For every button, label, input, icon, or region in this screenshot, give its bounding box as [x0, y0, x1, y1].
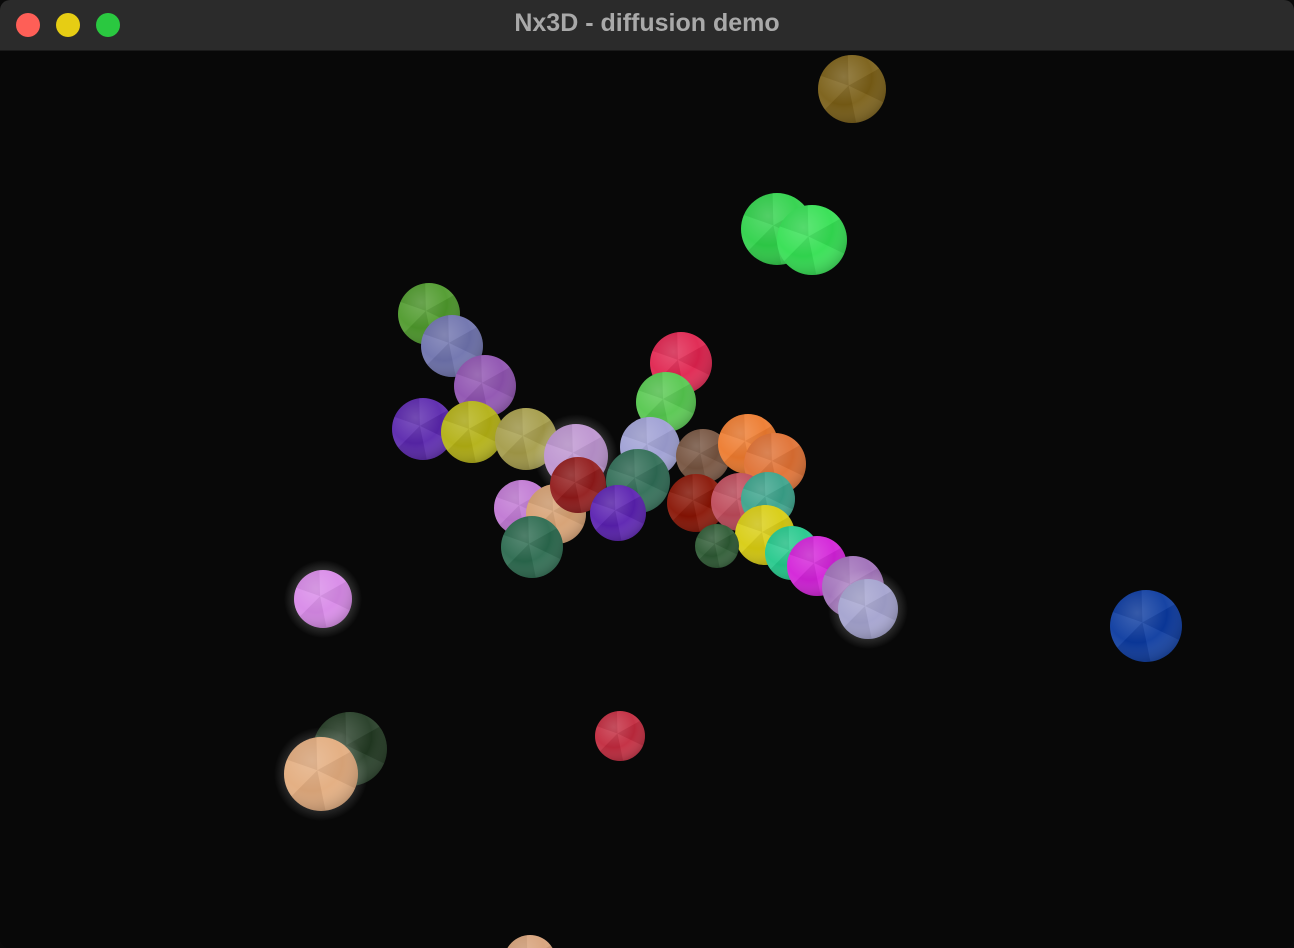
title-bar[interactable]: Nx3D - diffusion demo	[0, 0, 1294, 51]
sphere-peach-b[interactable]	[274, 727, 368, 821]
window-title: Nx3D - diffusion demo	[514, 9, 780, 37]
scene-canvas[interactable]	[0, 51, 1294, 948]
sphere-pale-lilac-shading	[838, 579, 898, 639]
sphere-peach-bottom-shading	[507, 935, 553, 948]
sphere-mustard-shading	[441, 401, 503, 463]
sphere-olive-top[interactable]	[818, 55, 886, 123]
sphere-teal-dark-b[interactable]	[501, 516, 564, 578]
sphere-peach-bottom[interactable]	[504, 935, 556, 948]
sphere-teal-dark-b-shading	[501, 516, 563, 578]
sphere-dark-green-small[interactable]	[695, 524, 739, 568]
3d-viewport[interactable]	[0, 51, 1294, 948]
app-window: Nx3D - diffusion demo	[0, 0, 1294, 948]
sphere-lilac-left-shading	[294, 570, 352, 628]
sphere-lilac-left[interactable]	[284, 560, 362, 638]
sphere-royal-blue[interactable]	[1110, 590, 1182, 662]
sphere-olive-top-shading	[818, 55, 886, 123]
sphere-pale-lilac[interactable]	[828, 569, 908, 649]
sphere-mustard[interactable]	[440, 401, 503, 464]
sphere-dark-green-small-shading	[695, 524, 739, 568]
sphere-red-small-shading	[595, 711, 645, 761]
sphere-green-bright-b[interactable]	[777, 205, 847, 275]
sphere-red-small[interactable]	[595, 711, 646, 761]
sphere-blue-violet[interactable]	[589, 484, 647, 541]
sphere-blue-violet-shading	[590, 485, 646, 541]
sphere-peach-b-shading	[284, 737, 358, 811]
sphere-royal-blue-shading	[1110, 590, 1182, 662]
sphere-green-bright-b-shading	[777, 205, 847, 275]
